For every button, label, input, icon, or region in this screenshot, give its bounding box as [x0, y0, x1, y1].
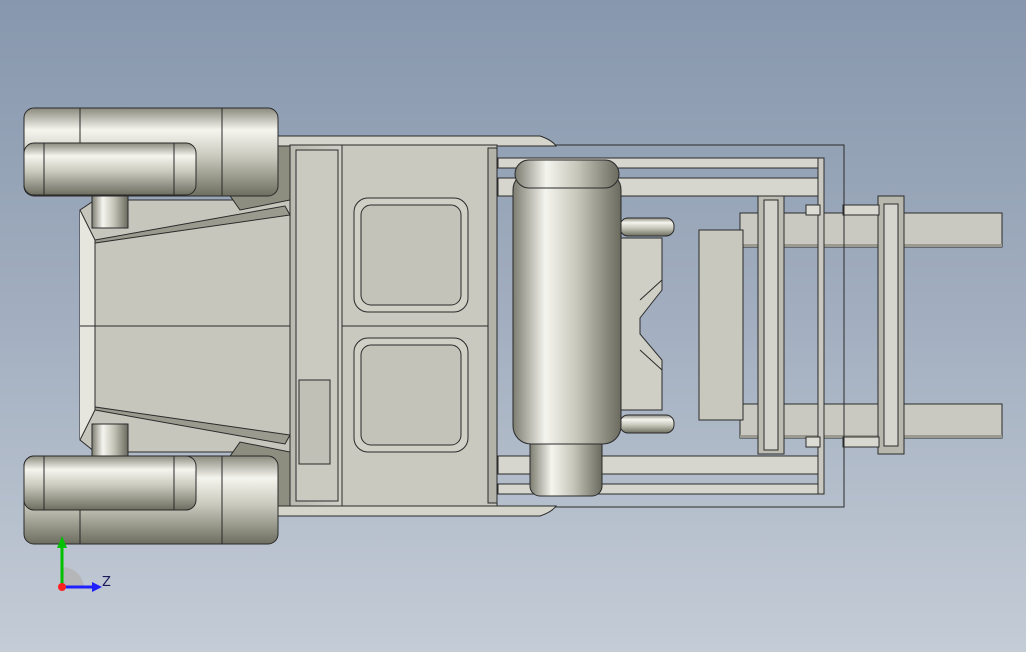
- rear-axle-upper: [91, 195, 129, 229]
- dashboard-display: [298, 379, 331, 465]
- x-axis-origin: [58, 583, 66, 591]
- wheel-upper[interactable]: [23, 107, 279, 197]
- axis-label-z: Z: [102, 575, 111, 590]
- operator-compartment[interactable]: [289, 144, 343, 507]
- backrest-plate: [698, 229, 744, 421]
- cylinder-cap: [514, 159, 620, 189]
- coordinate-triad: [57, 536, 102, 592]
- rear-axle-lower: [91, 423, 129, 457]
- lift-cylinder[interactable]: [512, 159, 622, 497]
- cylinder-barrel: [512, 171, 622, 445]
- overhead-guard-bottom-rail: [274, 505, 557, 517]
- engine-hood[interactable]: [339, 144, 498, 507]
- forklift-top-view-model[interactable]: [0, 0, 1026, 652]
- cad-viewport[interactable]: Z: [0, 0, 1026, 652]
